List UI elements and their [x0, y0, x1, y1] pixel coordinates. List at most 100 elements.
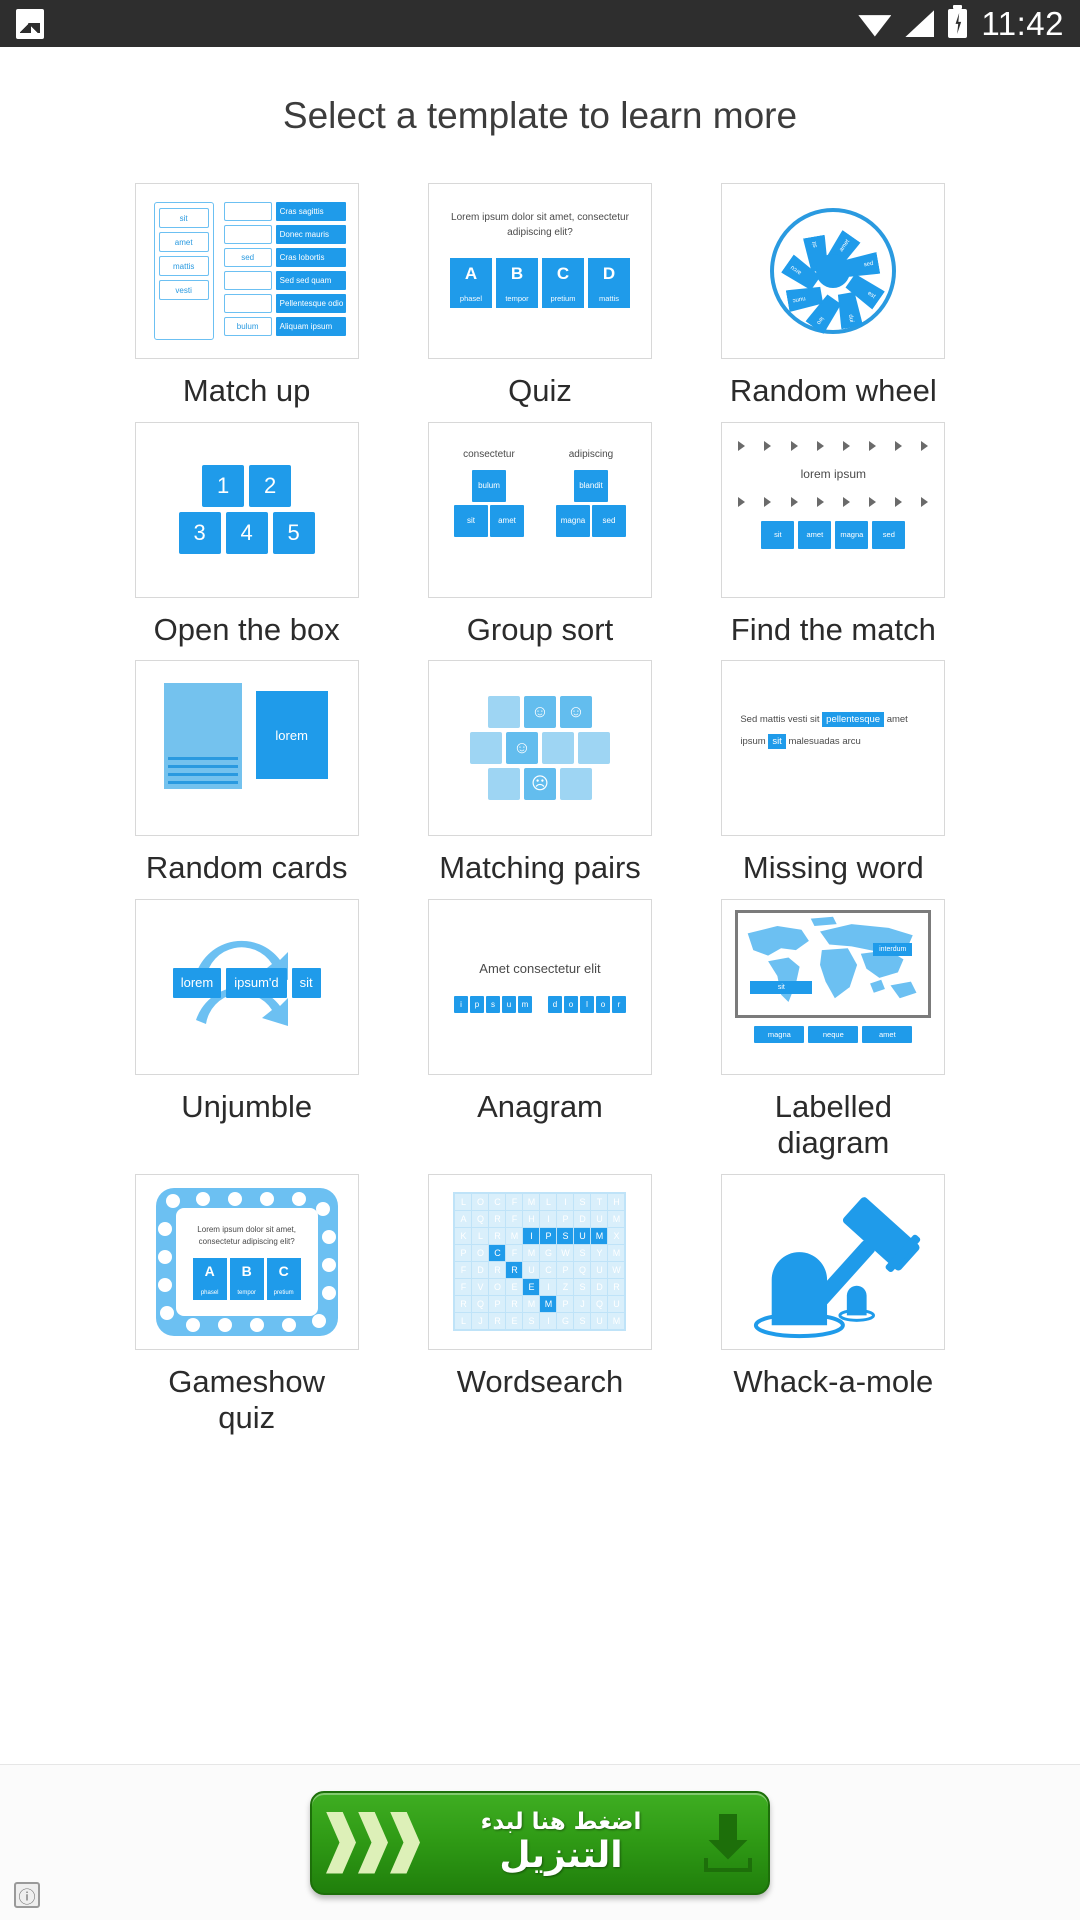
- play-arrow-icon: [869, 496, 877, 507]
- random-wheel-thumbnail[interactable]: sit amet sed est dui leo nunc arcu: [721, 183, 946, 359]
- box-tile: 2: [249, 465, 292, 508]
- whack-a-mole-thumbnail[interactable]: [721, 1173, 946, 1350]
- anagram-letter: s: [485, 995, 500, 1013]
- template-card-whack-a-mole[interactable]: Whack-a-mole: [687, 1173, 980, 1437]
- missing-word-text: malesuadas arcu: [788, 736, 861, 747]
- pair-card: [487, 696, 520, 729]
- wordsearch-cell: T: [591, 1194, 608, 1211]
- ad-container[interactable]: اضغط هنا لبدء التنزيل ⓘ: [0, 1764, 1080, 1920]
- play-arrow-icon: [764, 440, 772, 451]
- pairs-row: ☺: [469, 732, 610, 765]
- wordsearch-cell: F: [455, 1279, 472, 1296]
- template-card-gameshow-quiz[interactable]: Lorem ipsum dolor sit amet, consectetur …: [100, 1173, 393, 1437]
- play-arrow-icon: [738, 496, 746, 507]
- wordsearch-cell: Y: [591, 1245, 608, 1262]
- wordsearch-cell: M: [523, 1296, 540, 1313]
- template-card-random-cards[interactable]: lorem Random cards: [100, 660, 393, 887]
- wordsearch-cell: U: [591, 1262, 608, 1279]
- group-item: sed: [591, 504, 626, 537]
- template-card-group-sort[interactable]: consectetur bulum sit amet adipiscing bl…: [393, 421, 686, 649]
- map-label: sit: [750, 980, 813, 994]
- open-the-box-thumbnail[interactable]: 1 2 3 4 5: [134, 421, 359, 598]
- ad-info-icon[interactable]: ⓘ: [14, 1882, 40, 1908]
- arrow-row-bottom: [734, 496, 932, 507]
- wordsearch-cell: I: [540, 1211, 557, 1228]
- labelled-diagram-thumbnail[interactable]: interdum sit magna neque amet: [721, 898, 946, 1075]
- template-label: Unjumble: [181, 1088, 313, 1124]
- quiz-option-letter: D: [602, 264, 616, 283]
- template-card-quiz[interactable]: Lorem ipsum dolor sit amet, consectetur …: [393, 183, 686, 410]
- clock: 11:42: [981, 4, 1064, 42]
- wordsearch-cell: K: [455, 1228, 472, 1245]
- group-sort-thumbnail[interactable]: consectetur bulum sit amet adipiscing bl…: [427, 421, 652, 598]
- template-card-missing-word[interactable]: Sed mattis vesti sit pellentesque amet i…: [687, 660, 980, 887]
- random-cards-thumbnail[interactable]: lorem: [134, 660, 359, 837]
- wordsearch-thumbnail[interactable]: LOCFMLISTHAQRFHIPDUMKLRMIPSUMXPOCFMGWSYM…: [427, 1173, 652, 1350]
- wordsearch-cell: L: [455, 1194, 472, 1211]
- template-card-labelled-diagram[interactable]: interdum sit magna neque amet Labelled d…: [687, 898, 980, 1162]
- gameshow-question: Lorem ipsum dolor sit amet, consectetur …: [197, 1224, 296, 1247]
- wordsearch-cell: G: [540, 1245, 557, 1262]
- template-card-open-the-box[interactable]: 1 2 3 4 5 Open the box: [100, 421, 393, 649]
- wordsearch-cell: L: [540, 1194, 557, 1211]
- pairs-row: ☹: [487, 768, 592, 801]
- wheel-graphic: sit amet sed est dui leo nunc arcu: [770, 208, 897, 334]
- labelled-diagram-tiles: magna neque amet: [754, 1025, 913, 1043]
- template-label: Match up: [182, 373, 311, 408]
- wordsearch-cell: A: [455, 1211, 472, 1228]
- match-up-row: bulum Aliquam ipsum: [223, 317, 346, 336]
- match-up-thumbnail[interactable]: sit amet mattis vesti Cras sagittis Done…: [134, 183, 359, 359]
- template-card-find-the-match[interactable]: lorem ipsum sit amet magna sed Find the …: [687, 421, 980, 649]
- find-the-match-thumbnail[interactable]: lorem ipsum sit amet magna sed: [721, 421, 946, 598]
- ad-line-2: التنزيل: [499, 1835, 623, 1877]
- play-arrow-icon: [921, 496, 929, 507]
- arrow-row-top: [734, 440, 932, 451]
- group-item: sit: [453, 504, 488, 537]
- find-the-match-tiles: sit amet magna sed: [734, 520, 932, 549]
- pair-card: [559, 768, 592, 801]
- template-card-unjumble[interactable]: lorem ipsum'd sit Unjumble: [100, 898, 393, 1162]
- play-arrow-icon: [895, 496, 903, 507]
- template-label: Wordsearch: [456, 1363, 624, 1399]
- wordsearch-cell: F: [506, 1245, 523, 1262]
- template-card-matching-pairs[interactable]: ☺ ☺ ☺ ☹ Matching pairs: [393, 660, 686, 887]
- play-arrow-icon: [842, 496, 850, 507]
- page-title: Select a template to learn more: [282, 95, 798, 136]
- template-label: Open the box: [153, 611, 340, 647]
- template-label: Gameshow quiz: [168, 1363, 326, 1436]
- diagram-tile: neque: [808, 1025, 859, 1043]
- template-list-scroll[interactable]: Select a template to learn more sit amet…: [0, 47, 1080, 1764]
- gameshow-option-letter: A: [204, 1263, 215, 1280]
- anagram-thumbnail[interactable]: Amet consectetur elit i p s u m d o l o …: [427, 898, 652, 1075]
- group-sort-column: consectetur bulum sit amet: [445, 449, 533, 571]
- gameshow-option-letter: C: [278, 1263, 289, 1280]
- template-card-random-wheel[interactable]: sit amet sed est dui leo nunc arcu Rando…: [687, 183, 980, 410]
- wordsearch-cell: S: [574, 1245, 591, 1262]
- pair-card: [577, 732, 610, 765]
- unjumble-tiles: lorem ipsum'd sit: [146, 967, 348, 998]
- match-tile: sed: [872, 520, 906, 549]
- quiz-option: D mattis: [587, 258, 630, 308]
- matching-pairs-thumbnail[interactable]: ☺ ☺ ☺ ☹: [427, 660, 652, 837]
- wordsearch-cell: S: [557, 1228, 574, 1245]
- wordsearch-cell: R: [489, 1313, 506, 1330]
- wordsearch-cell: E: [506, 1313, 523, 1330]
- box-row: 1 2: [202, 465, 292, 508]
- template-card-match-up[interactable]: sit amet mattis vesti Cras sagittis Done…: [100, 183, 393, 410]
- gameshow-quiz-thumbnail[interactable]: Lorem ipsum dolor sit amet, consectetur …: [134, 1173, 359, 1350]
- missing-word-blank: pellentesque: [822, 712, 885, 728]
- quiz-thumbnail[interactable]: Lorem ipsum dolor sit amet, consectetur …: [427, 183, 652, 359]
- match-up-row: sed Cras lobortis: [223, 248, 346, 267]
- unjumble-tile: sit: [291, 967, 321, 998]
- unjumble-thumbnail[interactable]: lorem ipsum'd sit: [134, 898, 359, 1075]
- template-label: Random wheel: [729, 373, 937, 408]
- ad-banner-download-button[interactable]: اضغط هنا لبدء التنزيل: [310, 1790, 770, 1895]
- pairs-row: ☺ ☺: [487, 696, 592, 729]
- match-up-item: Cras sagittis: [275, 202, 346, 221]
- quiz-option: C pretium: [541, 258, 584, 308]
- missing-word-thumbnail[interactable]: Sed mattis vesti sit pellentesque amet i…: [721, 660, 946, 837]
- play-arrow-icon: [790, 440, 798, 451]
- template-card-anagram[interactable]: Amet consectetur elit i p s u m d o l o …: [393, 898, 686, 1162]
- template-card-wordsearch[interactable]: LOCFMLISTHAQRFHIPDUMKLRMIPSUMXPOCFMGWSYM…: [393, 1173, 686, 1437]
- world-map-graphic: interdum sit: [735, 909, 932, 1018]
